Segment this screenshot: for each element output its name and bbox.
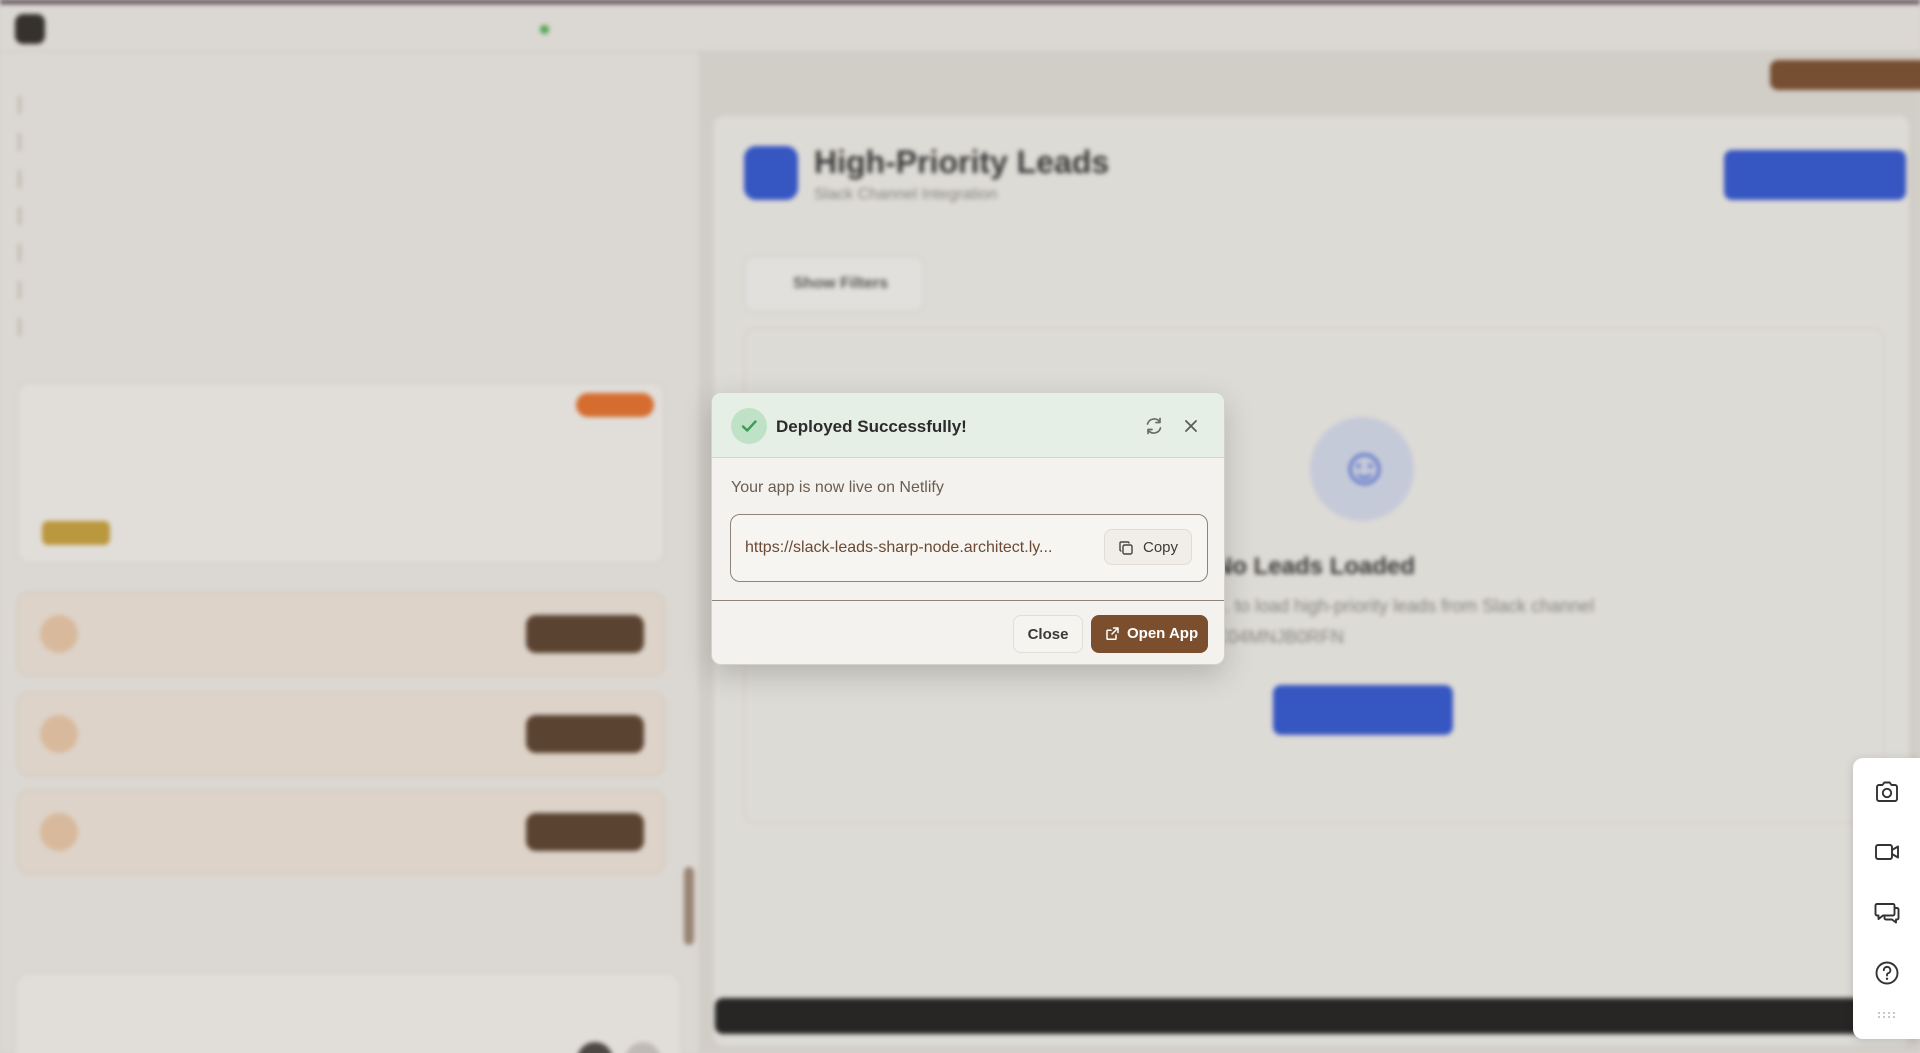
copy-label: Copy	[1143, 539, 1179, 556]
camera-icon	[1876, 781, 1898, 802]
close-icon	[1185, 420, 1197, 432]
video-icon	[1875, 844, 1899, 860]
external-link-icon	[1106, 627, 1119, 641]
drag-handle-icon[interactable]	[1877, 1011, 1897, 1019]
deploy-success-dialog: Deployed Successfully! Your app is now l…	[711, 392, 1225, 665]
screenshot-button[interactable]	[1867, 772, 1907, 812]
close-button[interactable]: Close	[1013, 615, 1083, 653]
dialog-title: Deployed Successfully!	[776, 417, 967, 436]
dialog-divider	[712, 600, 1224, 601]
refresh-icon	[1146, 417, 1162, 435]
check-icon	[731, 408, 767, 444]
open-app-button[interactable]: Open App	[1091, 615, 1208, 653]
deploy-url-field: https://slack-leads-sharp-node.architect…	[730, 514, 1208, 582]
feedback-button[interactable]	[1867, 892, 1907, 932]
dialog-message: Your app is now live on Netlify	[731, 479, 944, 496]
help-button[interactable]	[1867, 953, 1907, 993]
copy-button[interactable]: Copy	[1104, 529, 1192, 565]
close-icon-button[interactable]	[1178, 413, 1204, 439]
open-app-label: Open App	[1127, 625, 1199, 642]
deploy-url[interactable]: https://slack-leads-sharp-node.architect…	[745, 539, 1090, 557]
copy-icon	[1119, 541, 1133, 555]
floating-toolbar	[1853, 758, 1920, 1039]
help-icon	[1875, 961, 1899, 985]
record-video-button[interactable]	[1867, 832, 1907, 872]
chat-icon	[1874, 903, 1900, 924]
refresh-button[interactable]	[1141, 413, 1167, 439]
dialog-header: Deployed Successfully!	[712, 393, 1224, 458]
